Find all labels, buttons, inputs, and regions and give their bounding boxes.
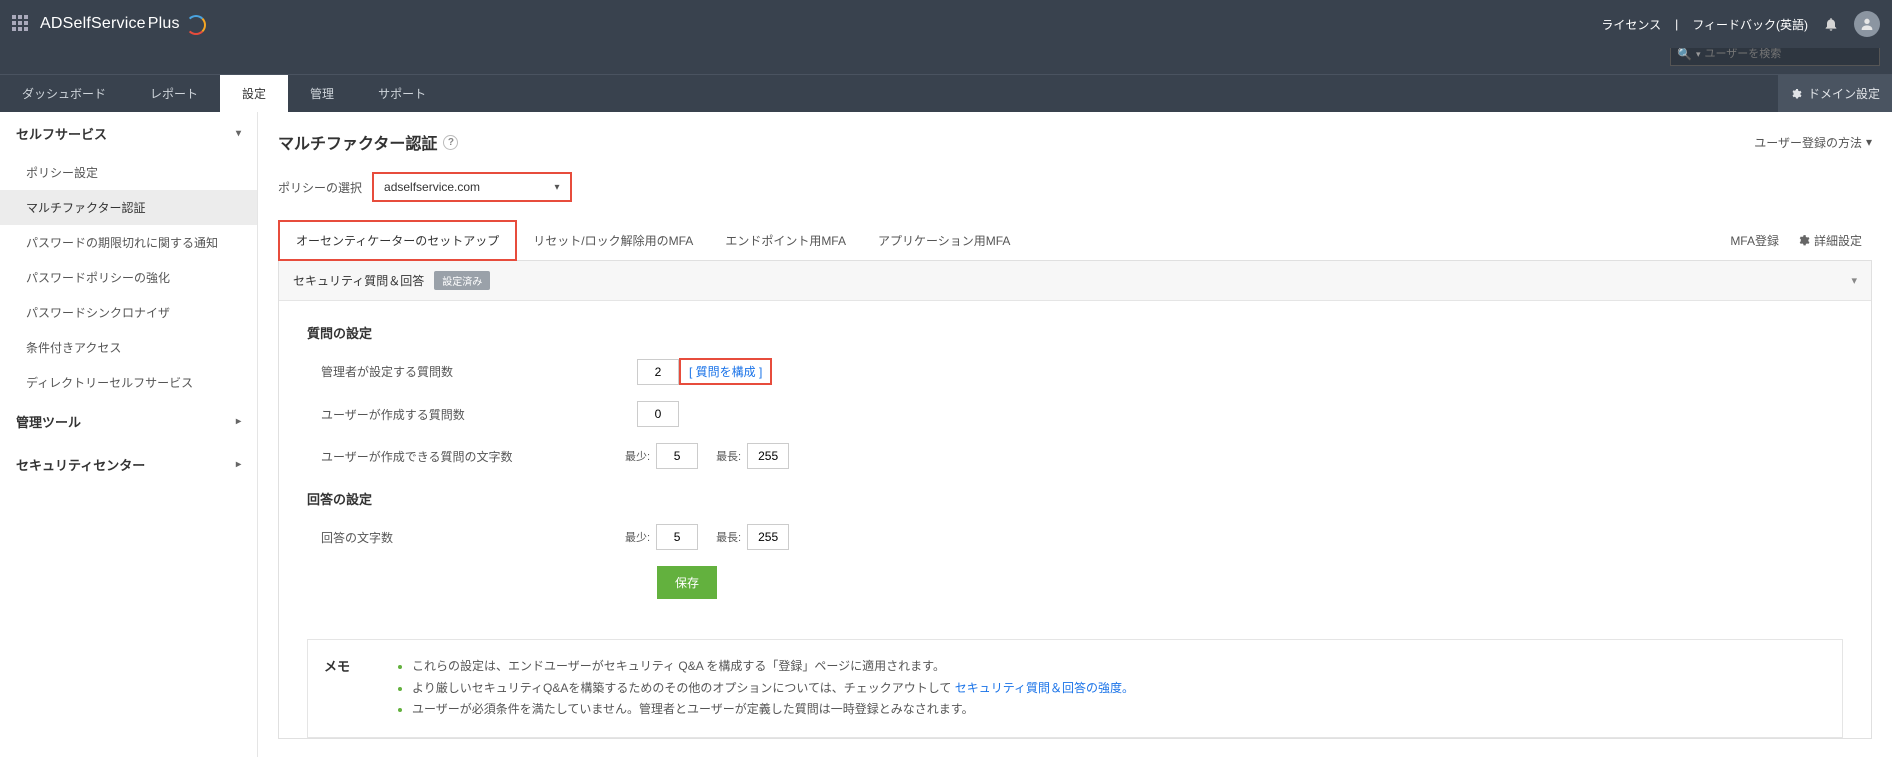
mfa-registration-link[interactable]: MFA登録 [1730,232,1779,249]
note-item: これらの設定は、エンドユーザーがセキュリティ Q&A を構成する「登録」ページに… [412,656,1134,678]
sidebar-item-pwpolicy[interactable]: パスワードポリシーの強化 [0,260,257,295]
policy-select[interactable]: adselfservice.com ▾ [372,172,572,202]
chevron-down-icon: ▾ [544,182,570,193]
sidebar-item-conditional[interactable]: 条件付きアクセス [0,330,257,365]
subtab-bar: オーセンティケーターのセットアップ リセット/ロック解除用のMFA エンドポイン… [278,220,1872,261]
status-badge: 設定済み [434,271,490,290]
content-area: マルチファクター認証 ? ユーザー登録の方法 ▾ ポリシーの選択 adselfs… [258,112,1892,757]
divider: | [1675,17,1678,31]
chevron-down-icon: ▾ [236,128,241,139]
note-item: より厳しいセキュリティQ&Aを構築するためのその他のオプションについては、チェッ… [412,678,1134,700]
feedback-link[interactable]: フィードバック(英語) [1692,16,1808,33]
chevron-right-icon: ▸ [236,416,241,427]
policy-select-value: adselfservice.com [374,180,544,194]
gear-icon [1790,88,1802,100]
note-item: ユーザーが必須条件を満たしていません。管理者とユーザーが定義した質問は一時登録と… [412,699,1134,721]
sidebar-section-security-center[interactable]: セキュリティセンター▸ [0,443,257,486]
app-launcher-icon[interactable] [12,15,30,33]
brand-swirl-icon [186,15,204,33]
search-dropdown-icon[interactable]: ▾ [1696,49,1701,60]
sidebar-item-pwsync[interactable]: パスワードシンクロナイザ [0,295,257,330]
question-char-max-input[interactable] [747,443,789,469]
sidebar-section-admin-tools[interactable]: 管理ツール▸ [0,400,257,443]
subtab-reset-mfa[interactable]: リセット/ロック解除用のMFA [517,222,709,259]
policy-select-label: ポリシーの選択 [278,179,362,196]
min-label: 最少: [625,448,650,464]
admin-question-count-label: 管理者が設定する質問数 [307,363,637,380]
sidebar-section-selfservice[interactable]: セルフサービス▾ [0,112,257,155]
search-icon: 🔍 [1677,47,1692,61]
advanced-settings-link[interactable]: 詳細設定 [1797,232,1862,249]
max-label: 最長: [716,529,741,545]
nav-support[interactable]: サポート [356,75,448,112]
subtab-application-mfa[interactable]: アプリケーション用MFA [862,222,1026,259]
question-char-label: ユーザーが作成できる質問の文字数 [307,448,607,465]
min-label: 最少: [625,529,650,545]
domain-settings-button[interactable]: ドメイン設定 [1778,75,1892,112]
answer-char-min-input[interactable] [656,524,698,550]
subtab-endpoint-mfa[interactable]: エンドポイント用MFA [709,222,862,259]
panel-title: セキュリティ質問＆回答 [293,272,424,289]
chevron-down-icon: ▾ [1866,135,1872,149]
configure-questions-link[interactable]: [ 質問を構成 ] [679,358,772,385]
nav-settings[interactable]: 設定 [220,75,288,112]
main-nav: ダッシュボード レポート 設定 管理 サポート ドメイン設定 [0,74,1892,112]
brand-logo: ADSelfServicePlus [40,15,180,33]
admin-question-count-input[interactable] [637,359,679,385]
nav-report[interactable]: レポート [128,75,220,112]
answer-char-label: 回答の文字数 [307,529,607,546]
security-qa-strength-link[interactable]: セキュリティ質問＆回答の強度。 [955,681,1134,695]
nav-dashboard[interactable]: ダッシュボード [0,75,128,112]
question-settings-title: 質問の設定 [307,323,1843,342]
sidebar-item-pwexpiry[interactable]: パスワードの期限切れに関する通知 [0,225,257,260]
gear-icon [1797,234,1810,247]
sidebar-item-directory[interactable]: ディレクトリーセルフサービス [0,365,257,400]
question-char-min-input[interactable] [656,443,698,469]
search-input[interactable] [1704,48,1873,60]
max-label: 最長: [716,448,741,464]
nav-admin[interactable]: 管理 [288,75,356,112]
note-label: メモ [324,656,364,721]
sidebar: セルフサービス▾ ポリシー設定 マルチファクター認証 パスワードの期限切れに関す… [0,112,258,757]
top-bar: ADSelfServicePlus ライセンス | フィードバック(英語) [0,0,1892,48]
note-box: メモ これらの設定は、エンドユーザーがセキュリティ Q&A を構成する「登録」ペ… [307,639,1843,738]
bell-icon[interactable] [1822,15,1840,33]
license-link[interactable]: ライセンス [1601,16,1661,33]
save-button[interactable]: 保存 [657,566,717,599]
chevron-down-icon: ▾ [1851,274,1857,287]
user-avatar[interactable] [1854,11,1880,37]
page-title: マルチファクター認証 ? [278,130,458,154]
panel-header[interactable]: セキュリティ質問＆回答 設定済み ▾ [279,261,1871,301]
answer-settings-title: 回答の設定 [307,489,1843,508]
chevron-right-icon: ▸ [236,459,241,470]
sidebar-item-mfa[interactable]: マルチファクター認証 [0,190,257,225]
sidebar-item-policy[interactable]: ポリシー設定 [0,155,257,190]
answer-char-max-input[interactable] [747,524,789,550]
subtab-authenticator-setup[interactable]: オーセンティケーターのセットアップ [278,220,517,261]
help-icon[interactable]: ? [443,135,458,150]
registration-method-link[interactable]: ユーザー登録の方法 ▾ [1754,134,1872,151]
user-question-count-input[interactable] [637,401,679,427]
security-qa-panel: セキュリティ質問＆回答 設定済み ▾ 質問の設定 管理者が設定する質問数 [ 質… [278,261,1872,739]
user-question-count-label: ユーザーが作成する質問数 [307,406,637,423]
